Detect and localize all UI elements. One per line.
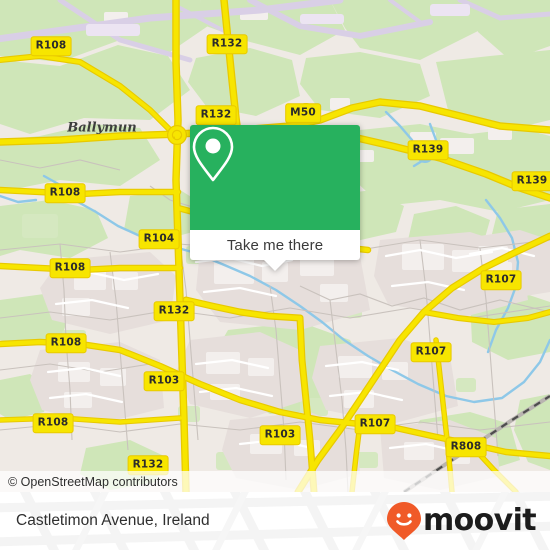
road-shield[interactable]: R107: [354, 414, 396, 434]
footer-bar: Castletimon Avenue, Ireland moovit: [0, 492, 550, 550]
popup-image-area: [190, 125, 360, 230]
road-shield[interactable]: R108: [45, 333, 87, 353]
road-shield[interactable]: R132: [206, 34, 248, 54]
road-shield[interactable]: R107: [410, 342, 452, 362]
road-shield[interactable]: R103: [259, 425, 301, 445]
map-canvas[interactable]: Ballymun R108 R132 R132 M50 R139 R139 R1…: [0, 0, 550, 492]
road-shield[interactable]: R108: [32, 413, 74, 433]
road-shield[interactable]: R108: [49, 258, 91, 278]
road-shield[interactable]: R108: [44, 183, 86, 203]
road-shield[interactable]: R139: [511, 171, 550, 191]
road-shield[interactable]: R104: [138, 229, 180, 249]
road-shield[interactable]: M50: [285, 103, 321, 123]
road-shield[interactable]: R132: [195, 105, 237, 125]
moovit-map-screenshot: Ballymun R108 R132 R132 M50 R139 R139 R1…: [0, 0, 550, 550]
place-label-ballymun: Ballymun: [67, 120, 137, 136]
road-shield[interactable]: R808: [445, 437, 487, 457]
moovit-wordmark: moovit: [422, 503, 537, 538]
take-me-there-label: Take me there: [226, 236, 324, 254]
moovit-smiling-pin-icon: [386, 502, 421, 540]
attribution-text[interactable]: © OpenStreetMap contributors: [0, 475, 178, 489]
destination-popup-card[interactable]: Take me there: [190, 125, 360, 271]
popup-action-area[interactable]: Take me there: [190, 230, 360, 271]
map-attribution: © OpenStreetMap contributors: [0, 471, 550, 492]
road-shield[interactable]: R108: [30, 36, 72, 56]
map-pin-icon: [192, 126, 234, 182]
road-shield[interactable]: R139: [407, 140, 449, 160]
road-shield[interactable]: R107: [480, 270, 522, 290]
road-shield[interactable]: R103: [143, 371, 185, 391]
popup-pointer-tail: [264, 260, 286, 271]
moovit-brand[interactable]: moovit: [386, 501, 550, 541]
road-shield[interactable]: R132: [153, 301, 195, 321]
page-title: Castletimon Avenue, Ireland: [16, 512, 210, 529]
